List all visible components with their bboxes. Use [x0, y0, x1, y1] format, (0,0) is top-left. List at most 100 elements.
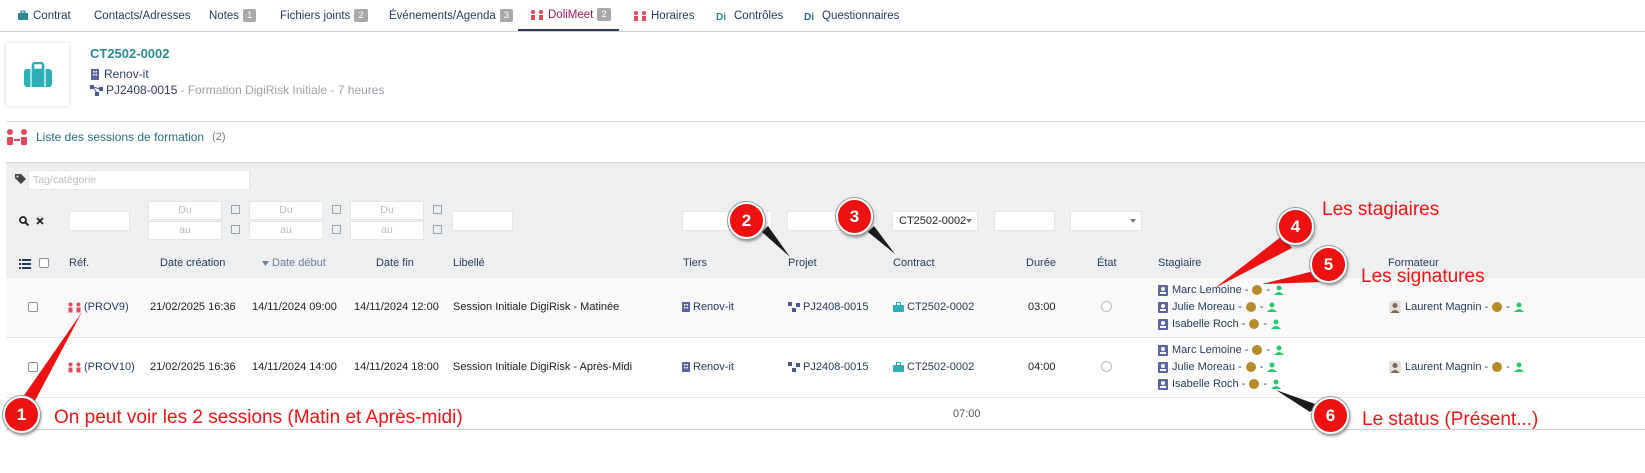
tab-fichiers-joints[interactable]: Fichiers joints 2 — [280, 0, 368, 31]
contact-icon — [1158, 378, 1168, 390]
session-ref-link[interactable]: (PROV10) — [68, 361, 135, 373]
calendar-icon[interactable] — [433, 225, 442, 234]
duree-filter-input[interactable] — [994, 211, 1055, 231]
column-header-date-debut[interactable]: Date début — [262, 257, 326, 269]
select-all-checkbox[interactable] — [39, 258, 49, 268]
column-header-tiers[interactable]: Tiers — [683, 257, 707, 269]
date-debut-from[interactable]: Du — [249, 201, 341, 220]
column-header-etat[interactable]: État — [1097, 257, 1117, 269]
separator: - — [1259, 301, 1264, 313]
tab-dolimeet[interactable]: DoliMeet 2 — [518, 0, 619, 31]
ref-filter-input[interactable] — [69, 211, 130, 231]
column-header-stagiaire[interactable]: Stagiaire — [1158, 257, 1201, 269]
stagiaire-item[interactable]: Marc Lemoine - - — [1158, 344, 1285, 356]
meeting-icon — [634, 11, 646, 21]
sort-down-icon — [262, 260, 269, 266]
session-ref-link[interactable]: (PROV9) — [68, 301, 129, 313]
list-count: (2) — [212, 131, 226, 143]
column-header-libelle[interactable]: Libellé — [453, 257, 485, 269]
tab-notes[interactable]: Notes 1 — [209, 0, 257, 31]
date-debut-to[interactable]: au — [249, 221, 341, 240]
calendar-icon[interactable] — [433, 205, 442, 214]
duree: 04:00 — [1028, 361, 1056, 373]
column-header-projet[interactable]: Projet — [788, 257, 817, 269]
contract-link[interactable]: CT2502-0002 — [893, 361, 974, 373]
company-line[interactable]: Renov-it — [90, 67, 149, 81]
calendar-icon[interactable] — [332, 205, 341, 214]
separator: - — [1506, 361, 1510, 373]
contract-filter-select[interactable]: CT2502-0002 — [892, 211, 978, 231]
calendar-icon[interactable] — [332, 225, 341, 234]
tab-controles[interactable]: Di Contrôles — [716, 0, 783, 31]
column-header-date-creation[interactable]: Date création — [160, 257, 225, 269]
close-icon[interactable] — [36, 217, 44, 225]
tab-horaires[interactable]: Horaires — [633, 0, 694, 31]
calendar-icon[interactable] — [231, 225, 240, 234]
contract-ref[interactable]: CT2502-0002 — [90, 46, 170, 61]
tiers-link[interactable]: Renov-it — [682, 361, 734, 373]
user-present-icon — [1267, 302, 1278, 312]
tiers-link[interactable]: Renov-it — [682, 301, 734, 313]
date-debut: 14/11/2024 14:00 — [252, 361, 337, 373]
project-description: - Formation DigiRisk Initiale - 7 heures — [180, 83, 385, 97]
stagiaire-name: Julie Moreau - — [1172, 361, 1242, 373]
row-checkbox[interactable] — [28, 362, 38, 372]
tab-contrat[interactable]: Contrat — [17, 0, 71, 31]
list-icon[interactable] — [19, 259, 31, 269]
stagiaire-item[interactable]: Isabelle Roch - - — [1158, 318, 1282, 330]
column-header-contract[interactable]: Contract — [893, 257, 935, 269]
tag-filter-input[interactable]: Tag/catégorie — [28, 170, 250, 190]
date-fin-to[interactable]: au — [350, 221, 442, 240]
tab-label: Fichiers joints — [280, 9, 351, 22]
tab-questionnaires[interactable]: Di Questionnaires — [804, 0, 899, 31]
libelle-filter-input[interactable] — [452, 211, 513, 231]
stagiaire-name: Julie Moreau - — [1172, 301, 1242, 313]
tab-contacts[interactable]: Contacts/Adresses — [94, 0, 191, 31]
project-link[interactable]: PJ2408-0015 — [788, 361, 868, 373]
project-link[interactable]: PJ2408-0015 — [788, 301, 868, 313]
stagiaire-item[interactable]: Marc Lemoine - - — [1158, 284, 1285, 296]
meeting-icon — [531, 10, 543, 20]
date-fin-from[interactable]: Du — [350, 201, 442, 220]
formateur-item[interactable]: Laurent Magnin - - — [1389, 301, 1524, 313]
stagiaire-item[interactable]: Isabelle Roch - - — [1158, 378, 1282, 390]
tiers-name: Renov-it — [693, 301, 734, 313]
signature-icon — [1252, 345, 1263, 355]
tab-label: Contrat — [33, 9, 71, 22]
column-header-ref[interactable]: Réf. — [69, 257, 89, 269]
column-header-label: Date début — [272, 257, 326, 269]
svg-text:Di: Di — [804, 12, 814, 21]
tab-label: Contacts/Adresses — [94, 9, 191, 22]
briefcase-icon — [18, 10, 28, 20]
column-header-date-fin[interactable]: Date fin — [376, 257, 414, 269]
etat-filter-select[interactable] — [1070, 211, 1142, 231]
stagiaire-item[interactable]: Julie Moreau - - — [1158, 361, 1278, 373]
svg-text:Di: Di — [716, 12, 726, 21]
search-icon[interactable] — [19, 216, 29, 226]
user-present-icon — [1513, 362, 1524, 372]
project-icon — [788, 362, 800, 372]
stagiaire-item[interactable]: Julie Moreau - - — [1158, 301, 1278, 313]
contract-link[interactable]: CT2502-0002 — [893, 301, 974, 313]
calendar-icon[interactable] — [231, 205, 240, 214]
placeholder: Du — [178, 204, 192, 216]
digirisk-icon: Di — [716, 12, 726, 21]
project-line[interactable]: PJ2408-0015 - Formation DigiRisk Initial… — [90, 83, 384, 97]
meeting-icon — [7, 129, 27, 145]
column-header-duree[interactable]: Durée — [1026, 257, 1056, 269]
contact-icon — [1158, 301, 1168, 313]
user-present-icon — [1274, 285, 1285, 295]
libelle: Session Initiale DigiRisk - Matinée — [453, 301, 620, 313]
project-icon — [788, 302, 800, 312]
meeting-icon — [68, 302, 81, 312]
tab-label: Notes — [209, 9, 240, 22]
project-ref: PJ2408-0015 — [803, 361, 869, 373]
date-creation-to[interactable]: au — [148, 221, 240, 240]
tab-evenements-agenda[interactable]: Événements/Agenda 3 — [389, 0, 514, 31]
tab-bar: Contrat Contacts/Adresses Notes 1 Fichie… — [0, 0, 1645, 32]
row-checkbox[interactable] — [28, 302, 38, 312]
date-creation-from[interactable]: Du — [148, 201, 240, 220]
annotation-number: 1 — [3, 396, 40, 433]
signature-icon — [1492, 302, 1503, 312]
formateur-item[interactable]: Laurent Magnin - - — [1389, 361, 1524, 373]
